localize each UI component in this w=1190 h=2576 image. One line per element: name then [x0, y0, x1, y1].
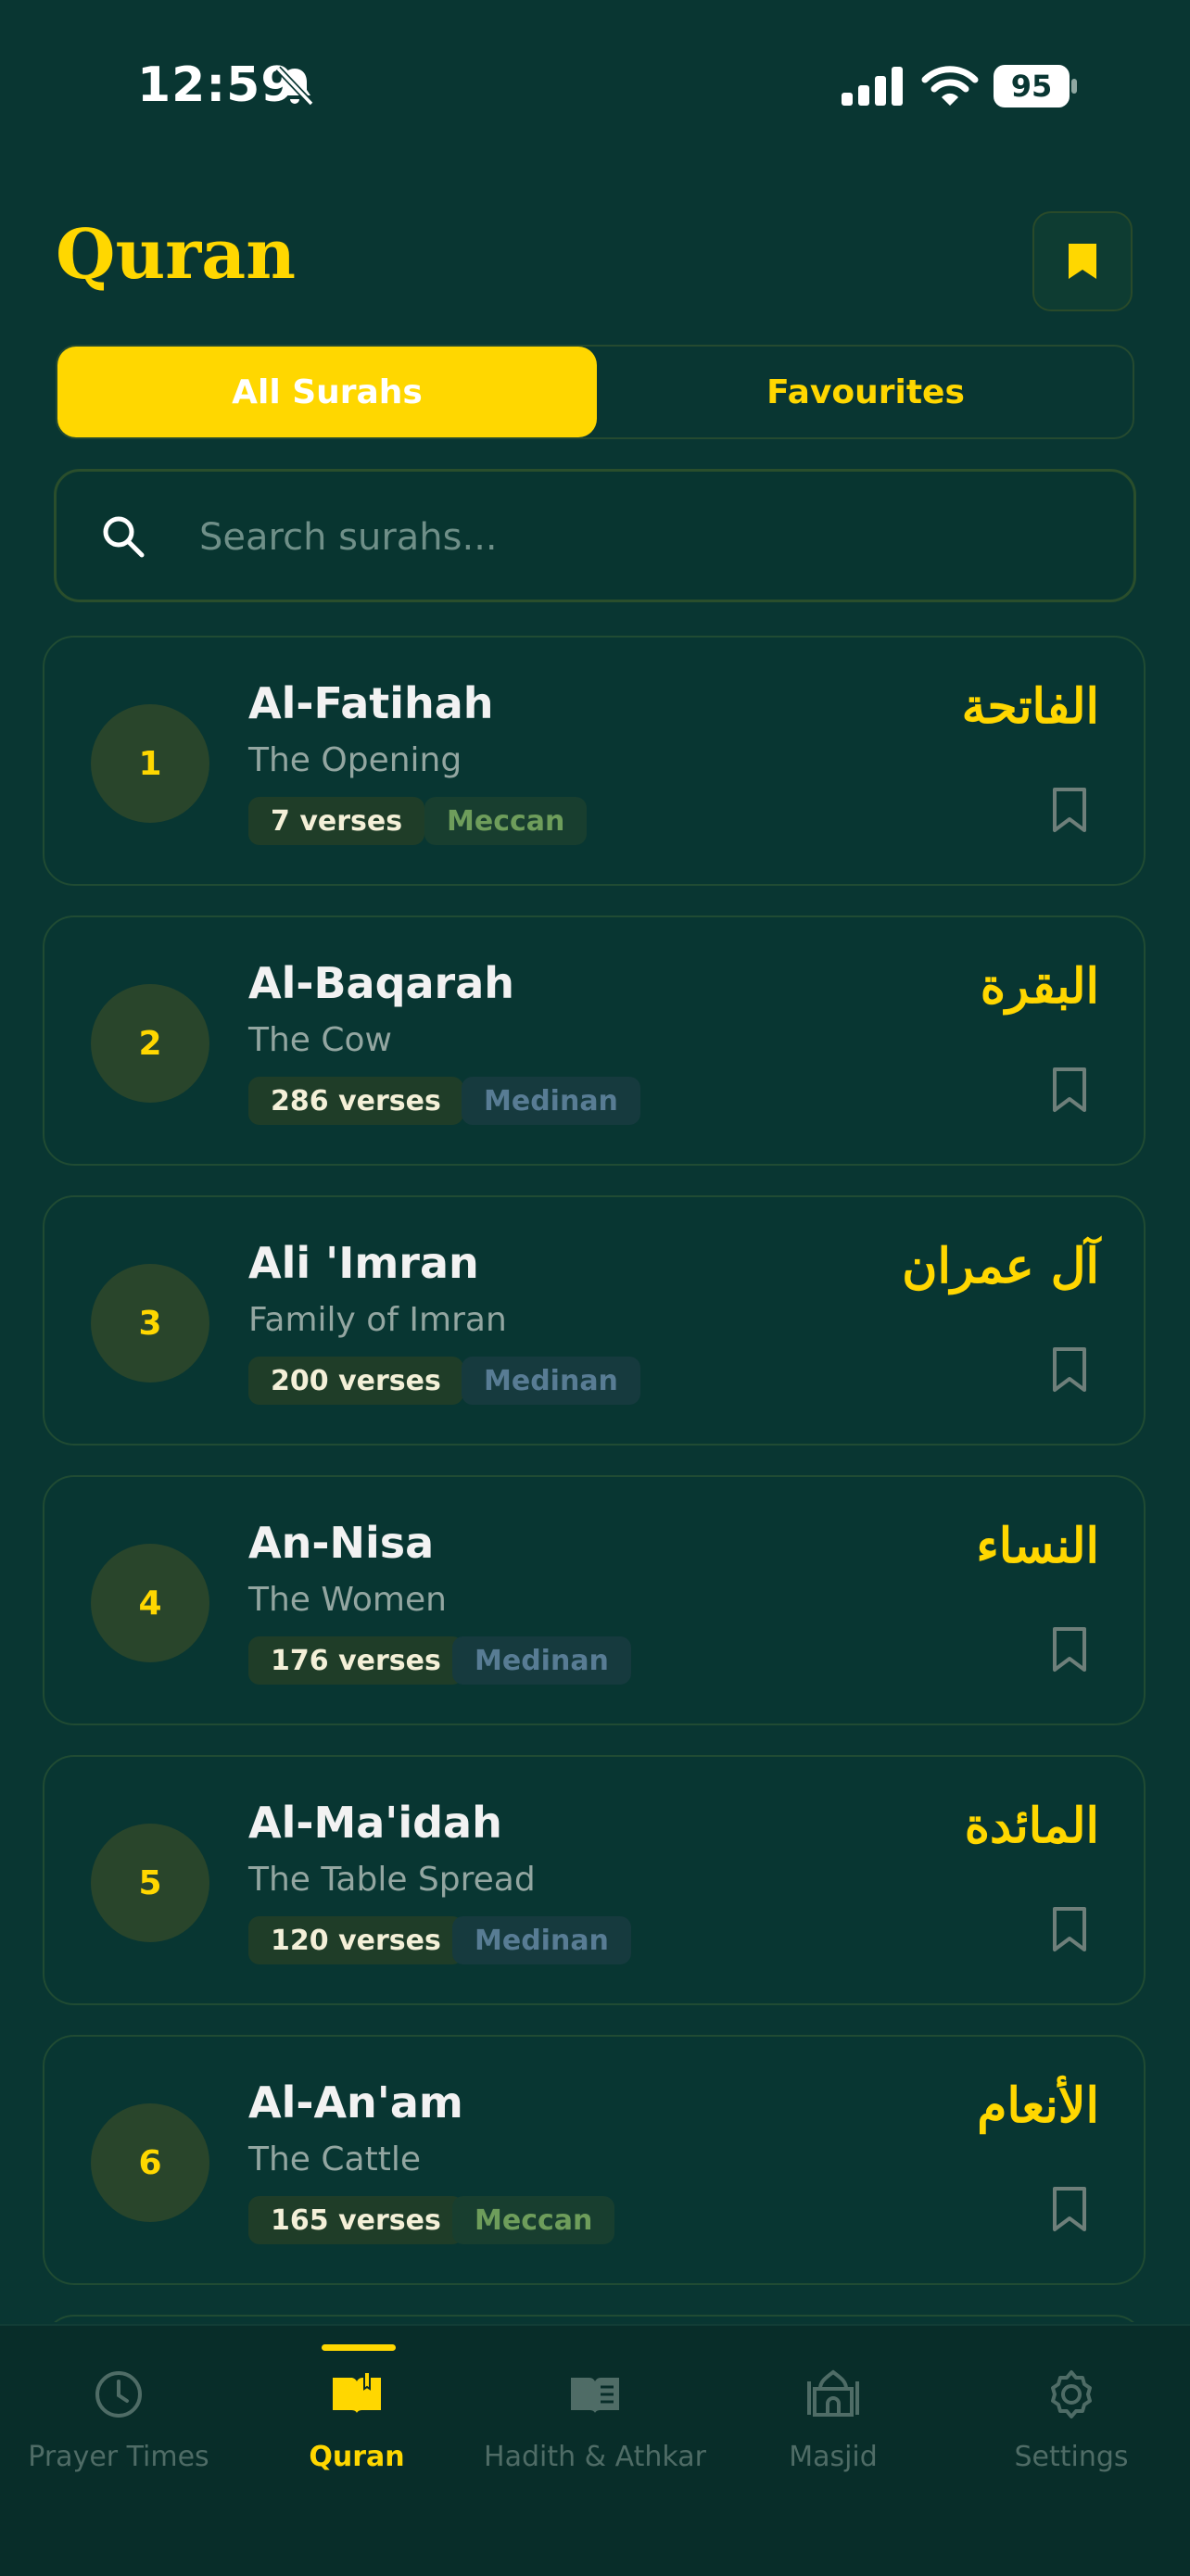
- surah-card-al-anam[interactable]: 6 Al-An'am The Cattle 165 verses Meccan …: [43, 2035, 1146, 2285]
- nav-label: Prayer Times: [28, 2441, 209, 2473]
- clock-icon: [95, 2371, 142, 2418]
- verse-count-badge: 7 verses: [248, 797, 425, 845]
- tab-favourites[interactable]: Favourites: [597, 347, 1134, 437]
- surah-meaning: The Women: [248, 1581, 447, 1619]
- verse-count-badge: 286 verses: [248, 1077, 463, 1125]
- nav-label: Quran: [309, 2441, 405, 2473]
- revelation-type-badge: Medinan: [452, 1916, 631, 1964]
- surah-number: 2: [91, 984, 209, 1103]
- nav-settings[interactable]: Settings: [953, 2326, 1190, 2511]
- surah-number: 5: [91, 1824, 209, 1942]
- mosque-icon: [807, 2369, 859, 2417]
- revelation-type-badge: Medinan: [462, 1077, 640, 1125]
- surah-name: Al-An'am: [248, 2077, 463, 2128]
- surah-arabic-name: البقرة: [980, 958, 1099, 1015]
- surah-name: Al-Baqarah: [248, 958, 515, 1008]
- surah-name: Al-Ma'idah: [248, 1798, 502, 1848]
- surah-arabic-name: النساء: [976, 1518, 1099, 1574]
- verse-count-badge: 120 verses: [248, 1916, 463, 1964]
- book-icon: [571, 2378, 619, 2413]
- surah-name: Al-Fatihah: [248, 678, 494, 728]
- nav-label: Hadith & Athkar: [484, 2441, 706, 2473]
- surah-arabic-name: آل عمران: [902, 1238, 1099, 1294]
- surah-number: 6: [91, 2103, 209, 2222]
- surah-number: 4: [91, 1544, 209, 1662]
- bookmark-outline-icon[interactable]: [1049, 1345, 1090, 1394]
- open-book-icon: [333, 2371, 381, 2413]
- bookmark-outline-icon[interactable]: [1049, 2185, 1090, 2233]
- surah-number: 3: [91, 1264, 209, 1383]
- search-icon: [103, 516, 145, 558]
- surah-arabic-name: الفاتحة: [961, 678, 1099, 735]
- nav-quran[interactable]: Quran: [238, 2326, 475, 2511]
- status-time: 12:59: [137, 57, 296, 113]
- bell-muted-icon: [275, 66, 314, 107]
- surah-card-an-nisa[interactable]: 4 An-Nisa The Women 176 verses Medinan ا…: [43, 1475, 1146, 1725]
- bookmark-outline-icon[interactable]: [1049, 1905, 1090, 1953]
- surah-meaning: The Cow: [248, 1021, 393, 1059]
- battery-level: 95: [1010, 69, 1053, 104]
- surah-card-al-baqarah[interactable]: 2 Al-Baqarah The Cow 286 verses Medinan …: [43, 915, 1146, 1166]
- surah-number: 1: [91, 704, 209, 823]
- bookmark-outline-icon[interactable]: [1049, 786, 1090, 834]
- gear-icon: [1051, 2370, 1092, 2418]
- status-bar: 12:59 95: [0, 0, 1190, 176]
- page-title: Quran: [56, 215, 296, 295]
- surah-card-al-fatihah[interactable]: 1 Al-Fatihah The Opening 7 verses Meccan…: [43, 636, 1146, 886]
- tab-all-surahs[interactable]: All Surahs: [57, 347, 597, 437]
- surah-name: Ali 'Imran: [248, 1238, 479, 1288]
- revelation-type-badge: Meccan: [424, 797, 588, 845]
- surah-meaning: Family of Imran: [248, 1301, 507, 1339]
- bookmark-outline-icon[interactable]: [1049, 1625, 1090, 1673]
- nav-masjid[interactable]: Masjid: [715, 2326, 952, 2511]
- surah-meaning: The Opening: [248, 741, 462, 779]
- surah-card-ali-imran[interactable]: 3 Ali 'Imran Family of Imran 200 verses …: [43, 1195, 1146, 1446]
- surah-filter-tabs: All Surahs Favourites: [56, 345, 1134, 439]
- surah-meaning: The Table Spread: [248, 1861, 536, 1899]
- revelation-type-badge: Medinan: [452, 1636, 631, 1685]
- battery-indicator: 95: [994, 65, 1079, 107]
- bookmarks-button[interactable]: [1032, 211, 1133, 311]
- nav-label: Settings: [1014, 2441, 1129, 2473]
- verse-count-badge: 165 verses: [248, 2196, 463, 2244]
- nav-label: Masjid: [789, 2441, 878, 2473]
- search-input[interactable]: [197, 503, 1091, 572]
- surah-meaning: The Cattle: [248, 2140, 421, 2178]
- surah-card-partial[interactable]: [43, 2315, 1146, 2322]
- search-bar: [54, 469, 1136, 602]
- surah-arabic-name: المائدة: [964, 1798, 1099, 1854]
- verse-count-badge: 176 verses: [248, 1636, 463, 1685]
- wifi-icon: [921, 66, 979, 106]
- surah-card-al-maidah[interactable]: 5 Al-Ma'idah The Table Spread 120 verses…: [43, 1755, 1146, 2005]
- nav-hadith-athkar[interactable]: Hadith & Athkar: [476, 2326, 714, 2511]
- bottom-nav: Prayer Times Quran Hadith & Athkar Masji…: [0, 2324, 1190, 2576]
- signal-icon: [842, 67, 903, 106]
- surah-arabic-name: الأنعام: [977, 2077, 1099, 2134]
- nav-prayer-times[interactable]: Prayer Times: [0, 2326, 237, 2511]
- surah-list[interactable]: 1 Al-Fatihah The Opening 7 verses Meccan…: [43, 636, 1146, 2322]
- verse-count-badge: 200 verses: [248, 1357, 463, 1405]
- revelation-type-badge: Medinan: [462, 1357, 640, 1405]
- revelation-type-badge: Meccan: [452, 2196, 615, 2244]
- bookmark-icon: [1069, 244, 1096, 279]
- surah-name: An-Nisa: [248, 1518, 435, 1568]
- bookmark-outline-icon[interactable]: [1049, 1066, 1090, 1114]
